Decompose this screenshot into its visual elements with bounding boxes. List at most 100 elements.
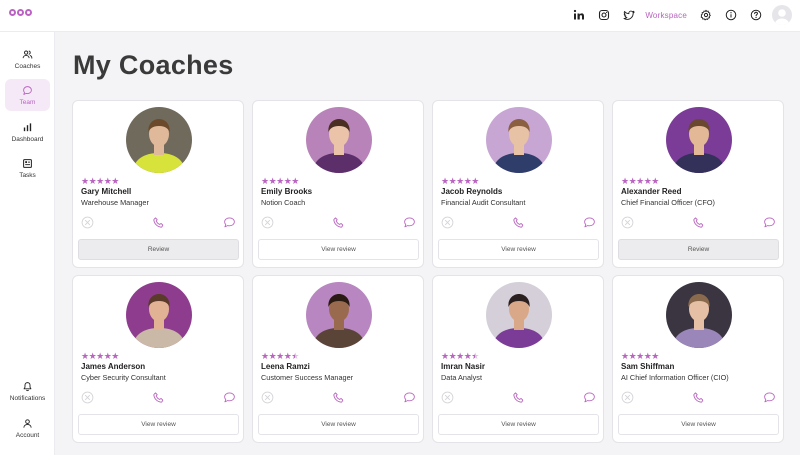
coach-card[interactable]: ★★★★★ Jacob Reynolds Financial Audit Con… bbox=[432, 100, 604, 268]
phone-icon[interactable] bbox=[692, 216, 705, 229]
coach-role: Financial Audit Consultant bbox=[441, 198, 526, 207]
rating-stars: ★★★★★ bbox=[261, 176, 299, 186]
app-logo[interactable] bbox=[9, 9, 32, 16]
coach-role: AI Chief Information Officer (CIO) bbox=[621, 373, 729, 382]
review-button[interactable]: View review bbox=[78, 414, 239, 435]
rating-stars: ★★★★★ bbox=[621, 351, 659, 361]
coach-name: Imran Nasir bbox=[441, 362, 486, 371]
linkedin-icon[interactable] bbox=[566, 4, 591, 26]
close-circle-icon[interactable] bbox=[81, 391, 94, 404]
close-circle-icon[interactable] bbox=[621, 391, 634, 404]
coach-card[interactable]: ★★★★★ James Anderson Cyber Security Cons… bbox=[72, 275, 244, 443]
review-button[interactable]: View review bbox=[618, 414, 779, 435]
chat-bubble-icon bbox=[23, 85, 32, 95]
coach-card[interactable]: ★★★★★ Leena Ramzi Customer Success Manag… bbox=[252, 275, 424, 443]
bar-chart-icon bbox=[23, 122, 32, 131]
coach-card[interactable]: ★★★★★ Gary Mitchell Warehouse Manager Re… bbox=[72, 100, 244, 268]
chat-icon[interactable] bbox=[763, 216, 776, 229]
user-avatar[interactable] bbox=[772, 5, 792, 25]
phone-icon[interactable] bbox=[152, 391, 165, 404]
coach-name: Sam Shiffman bbox=[621, 362, 675, 371]
coach-name: Leena Ramzi bbox=[261, 362, 310, 371]
coach-card[interactable]: ★★★★★ Imran Nasir Data Analyst View revi… bbox=[432, 275, 604, 443]
top-bar: Workspace bbox=[0, 0, 800, 32]
review-button[interactable]: View review bbox=[258, 239, 419, 260]
coach-photo bbox=[486, 282, 552, 348]
chat-icon[interactable] bbox=[223, 216, 236, 229]
chat-icon[interactable] bbox=[583, 391, 596, 404]
bell-icon bbox=[23, 381, 32, 391]
sidebar-item-team[interactable]: Team bbox=[5, 79, 50, 111]
coach-name: Alexander Reed bbox=[621, 187, 682, 196]
sidebar-item-notifications[interactable]: Notifications bbox=[5, 375, 50, 407]
rating-stars: ★★★★★ bbox=[441, 176, 479, 186]
coach-role: Customer Success Manager bbox=[261, 373, 354, 382]
phone-icon[interactable] bbox=[692, 391, 705, 404]
phone-icon[interactable] bbox=[512, 391, 525, 404]
chat-icon[interactable] bbox=[403, 391, 416, 404]
review-button[interactable]: View review bbox=[438, 414, 599, 435]
close-circle-icon[interactable] bbox=[621, 216, 634, 229]
coach-role: Cyber Security Consultant bbox=[81, 373, 166, 382]
sidebar-item-coaches[interactable]: Coaches bbox=[5, 43, 50, 75]
rating-stars: ★★★★★ bbox=[81, 351, 119, 361]
close-circle-icon[interactable] bbox=[261, 391, 274, 404]
sidebar-item-label: Dashboard bbox=[11, 135, 44, 143]
coach-photo bbox=[306, 107, 372, 173]
tasks-icon bbox=[23, 158, 32, 168]
coach-card[interactable]: ★★★★★ Emily Brooks Notion Coach View rev… bbox=[252, 100, 424, 268]
coach-photo bbox=[666, 282, 732, 348]
review-button[interactable]: View review bbox=[438, 239, 599, 260]
sidebar-item-dashboard[interactable]: Dashboard bbox=[5, 116, 50, 148]
sidebar-item-label: Coaches bbox=[14, 62, 41, 70]
sidebar-item-label: Account bbox=[15, 431, 40, 439]
sidebar-item-account[interactable]: Account bbox=[5, 412, 50, 444]
review-button[interactable]: View review bbox=[258, 414, 419, 435]
coach-role: Notion Coach bbox=[261, 198, 306, 207]
rating-stars: ★★★★★ bbox=[621, 176, 659, 186]
coach-role: Data Analyst bbox=[441, 373, 482, 382]
coach-photo bbox=[126, 282, 192, 348]
twitter-icon[interactable] bbox=[616, 4, 641, 26]
chat-icon[interactable] bbox=[763, 391, 776, 404]
coach-photo bbox=[486, 107, 552, 173]
coach-name: Emily Brooks bbox=[261, 187, 313, 196]
rating-stars: ★★★★★ bbox=[81, 176, 119, 186]
coach-card[interactable]: ★★★★★ Alexander Reed Chief Financial Off… bbox=[612, 100, 784, 268]
coach-name: Jacob Reynolds bbox=[441, 187, 503, 196]
sidebar-item-label: Tasks bbox=[19, 171, 36, 179]
phone-icon[interactable] bbox=[152, 216, 165, 229]
chat-icon[interactable] bbox=[223, 391, 236, 404]
close-circle-icon[interactable] bbox=[261, 216, 274, 229]
rating-stars: ★★★★★ bbox=[441, 351, 479, 361]
sidebar-item-label: Team bbox=[19, 98, 36, 106]
users-icon bbox=[22, 50, 33, 59]
sidebar: Coaches Team Dashboard Tasks Notificatio… bbox=[0, 32, 55, 455]
coach-photo bbox=[666, 107, 732, 173]
top-bar-actions: Workspace bbox=[566, 4, 792, 26]
close-circle-icon[interactable] bbox=[441, 216, 454, 229]
coach-role: Chief Financial Officer (CFO) bbox=[621, 198, 715, 207]
review-button[interactable]: Review bbox=[78, 239, 239, 260]
chat-icon[interactable] bbox=[583, 216, 596, 229]
phone-icon[interactable] bbox=[332, 216, 345, 229]
close-circle-icon[interactable] bbox=[441, 391, 454, 404]
page-title: My Coaches bbox=[73, 50, 234, 80]
coach-name: Gary Mitchell bbox=[81, 187, 132, 196]
workspace-link[interactable]: Workspace bbox=[641, 11, 693, 20]
sidebar-item-label: Notifications bbox=[9, 394, 46, 402]
info-icon[interactable] bbox=[718, 4, 743, 26]
close-circle-icon[interactable] bbox=[81, 216, 94, 229]
instagram-icon[interactable] bbox=[591, 4, 616, 26]
phone-icon[interactable] bbox=[512, 216, 525, 229]
review-button[interactable]: Review bbox=[618, 239, 779, 260]
chat-icon[interactable] bbox=[403, 216, 416, 229]
coach-card[interactable]: ★★★★★ Sam Shiffman AI Chief Information … bbox=[612, 275, 784, 443]
rating-stars: ★★★★★ bbox=[261, 351, 299, 361]
help-icon[interactable] bbox=[743, 4, 768, 26]
user-icon bbox=[23, 418, 32, 428]
phone-icon[interactable] bbox=[332, 391, 345, 404]
sidebar-item-tasks[interactable]: Tasks bbox=[5, 152, 50, 184]
coach-name: James Anderson bbox=[81, 362, 146, 371]
gear-icon[interactable] bbox=[693, 4, 718, 26]
